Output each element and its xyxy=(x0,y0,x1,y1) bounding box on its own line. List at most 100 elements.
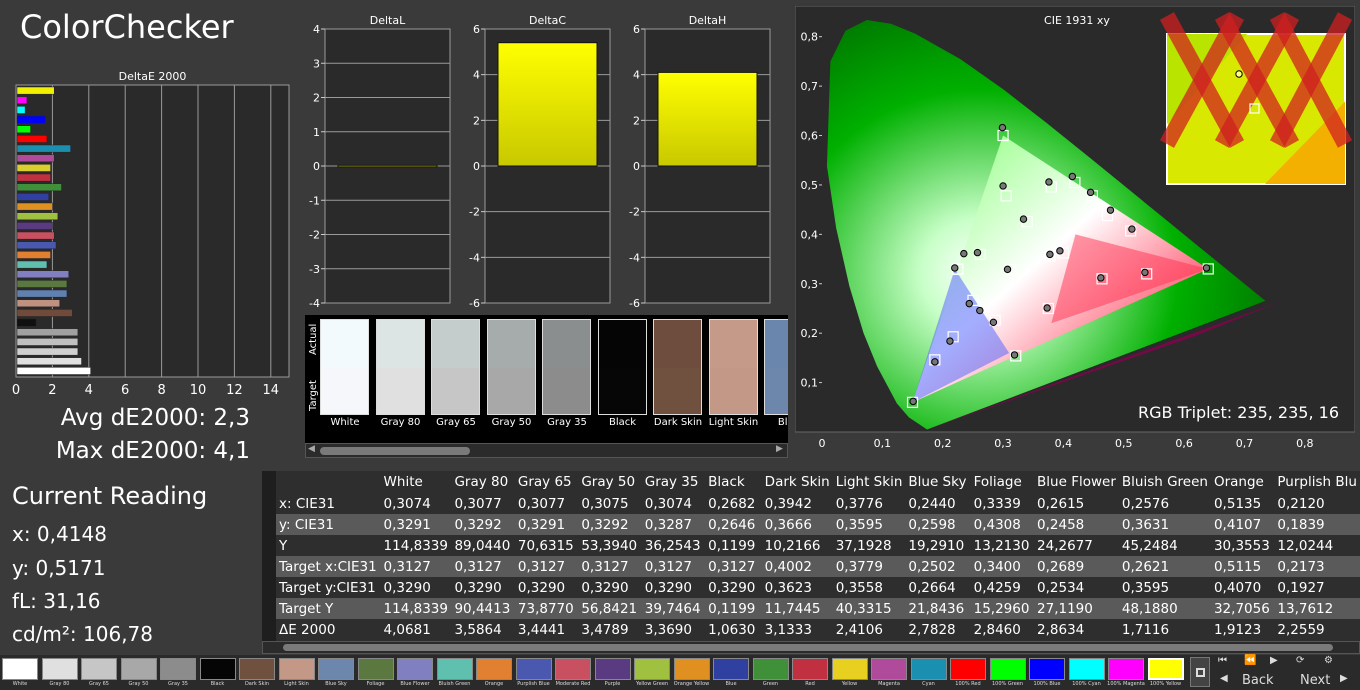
table-cell: 0,2502 xyxy=(905,556,971,577)
deltac-tick-label: 0 xyxy=(473,160,480,173)
patch-pair xyxy=(486,319,536,415)
swatch-button[interactable] xyxy=(594,658,631,680)
swatch-button[interactable] xyxy=(476,658,512,680)
swatch-label: Bluish Green xyxy=(438,681,471,687)
swatch-button[interactable] xyxy=(41,658,78,680)
table-cell: 0,2598 xyxy=(905,514,971,535)
cie-y-tick-label: 0,7 xyxy=(801,80,819,93)
patch-pair xyxy=(708,319,758,415)
swatch-button[interactable] xyxy=(673,658,710,680)
swatch-button[interactable] xyxy=(160,658,196,680)
deltal-tick-label: 3 xyxy=(313,57,320,70)
patch-scroll-thumb[interactable] xyxy=(320,447,470,455)
swatch-button[interactable] xyxy=(1029,658,1065,680)
table-row: Target Y 114,8339 90,4413 73,8770 56,8421 39,… xyxy=(276,598,1360,619)
table-cell: 0,3290 xyxy=(641,577,706,598)
swatch-button[interactable] xyxy=(634,658,670,680)
next-button[interactable]: Next ▶ xyxy=(1292,673,1358,689)
rewind-icon[interactable]: ⏮ xyxy=(1218,655,1227,666)
swatch-label: Purple xyxy=(604,681,621,687)
deltac-tick-label: 4 xyxy=(473,69,480,82)
table-cell: 3,4789 xyxy=(578,619,642,640)
stop-icon xyxy=(1196,668,1205,677)
swatch-button[interactable] xyxy=(871,658,907,680)
swatch-button[interactable] xyxy=(120,658,157,680)
patch-scrollbar[interactable]: ◀ ▶ xyxy=(305,443,788,458)
scroll-right-icon[interactable]: ▶ xyxy=(776,444,783,454)
cie-title: CIE 1931 xy xyxy=(1044,14,1110,27)
table-cell: 0,3290 xyxy=(705,577,762,598)
table-cell: 56,8421 xyxy=(578,598,642,619)
table-cell: 0,3290 xyxy=(451,577,515,598)
table-cell: 45,2484 xyxy=(1118,535,1211,556)
table-row: Target x:CIE31 0,3127 0,3127 0,3127 0,3127 0,… xyxy=(276,556,1360,577)
swatch-button[interactable] xyxy=(81,658,117,680)
patch-target xyxy=(376,368,424,414)
prev-icon[interactable]: ⏪ xyxy=(1244,655,1256,666)
play-icon[interactable]: ▶ xyxy=(1270,655,1278,666)
settings-icon[interactable]: ⚙ xyxy=(1324,655,1333,666)
back-button[interactable]: ◀ Back xyxy=(1218,673,1283,689)
cie-x-tick-label: 0,4 xyxy=(1055,437,1073,450)
patch-label: Dark Skin xyxy=(653,417,703,428)
swatch-button[interactable] xyxy=(397,658,433,680)
patch-pair xyxy=(375,319,425,415)
cie-y-tick-label: 0,2 xyxy=(801,327,819,340)
swatch-button[interactable] xyxy=(1108,658,1144,680)
deltae-tick-label: 14 xyxy=(263,383,280,398)
swatch-button[interactable] xyxy=(1068,658,1105,680)
table-cell: Target Y xyxy=(276,598,381,619)
swatch-button[interactable] xyxy=(199,658,236,680)
swatch-button[interactable] xyxy=(515,658,552,680)
table-cell: 3,5864 xyxy=(451,619,515,640)
table-scroll-thumb[interactable] xyxy=(283,644,1333,651)
swatch-button[interactable] xyxy=(278,658,315,680)
table-cell: 89,0440 xyxy=(451,535,515,556)
swatch-button[interactable] xyxy=(436,658,473,680)
table-cell: 0,3075 xyxy=(578,493,642,514)
table-cell: 13,2130 xyxy=(970,535,1035,556)
table-cell: 0,2534 xyxy=(1034,577,1119,598)
table-header-cell xyxy=(276,471,381,493)
swatch-button[interactable] xyxy=(2,658,38,680)
stop-button[interactable] xyxy=(1190,657,1210,687)
swatch-button[interactable] xyxy=(318,658,354,680)
deltae-bar xyxy=(16,212,59,221)
next-arrow-icon: ▶ xyxy=(1340,673,1348,684)
deltae-tick-label: 4 xyxy=(85,383,93,398)
swatch-button[interactable] xyxy=(1147,658,1184,680)
deltal-tick-label: 1 xyxy=(313,126,320,139)
swatch-button[interactable] xyxy=(910,658,947,680)
swatch-button[interactable] xyxy=(831,658,868,680)
table-cell: 3,4441 xyxy=(514,619,579,640)
cie-y-tick-label: 0,8 xyxy=(801,31,819,44)
table-cell: 1,9123 xyxy=(1210,619,1275,640)
swatch-button[interactable] xyxy=(989,658,1026,680)
swatch-button[interactable] xyxy=(239,658,275,680)
loop-icon[interactable]: ⟳ xyxy=(1296,655,1304,666)
data-table: White Gray 80 Gray 65 Gray 50 Gray 35 Black Da… xyxy=(276,471,1360,640)
patch-label: Gray 35 xyxy=(547,417,587,428)
table-header-cell: Dark Skin xyxy=(764,474,830,490)
swatch-button[interactable] xyxy=(713,658,749,680)
table-header-cell: Orange xyxy=(1213,474,1264,490)
table-cell: 0,2615 xyxy=(1034,493,1119,514)
table-cell: 73,8770 xyxy=(514,598,579,619)
deltae-bar xyxy=(16,289,68,298)
swatch-button[interactable] xyxy=(950,658,986,680)
deltac-tick-label: 2 xyxy=(473,114,480,127)
swatch-button[interactable] xyxy=(752,658,789,680)
table-cell: 24,2677 xyxy=(1034,535,1119,556)
swatch-button[interactable] xyxy=(357,658,394,680)
deltac-tick-label: -6 xyxy=(469,297,480,310)
table-cell: 13,7612 xyxy=(1274,598,1360,619)
deltae-tick-label: 12 xyxy=(226,383,243,398)
table-cell: 2,8634 xyxy=(1034,619,1119,640)
swatch-button[interactable] xyxy=(792,658,828,680)
scroll-left-icon[interactable]: ◀ xyxy=(308,444,315,454)
swatch-button[interactable] xyxy=(555,658,591,680)
table-cell: 32,7056 xyxy=(1210,598,1275,619)
table-scrollbar[interactable] xyxy=(262,641,1360,654)
swatch-label: Black xyxy=(210,681,225,687)
patch-pair xyxy=(431,319,480,415)
